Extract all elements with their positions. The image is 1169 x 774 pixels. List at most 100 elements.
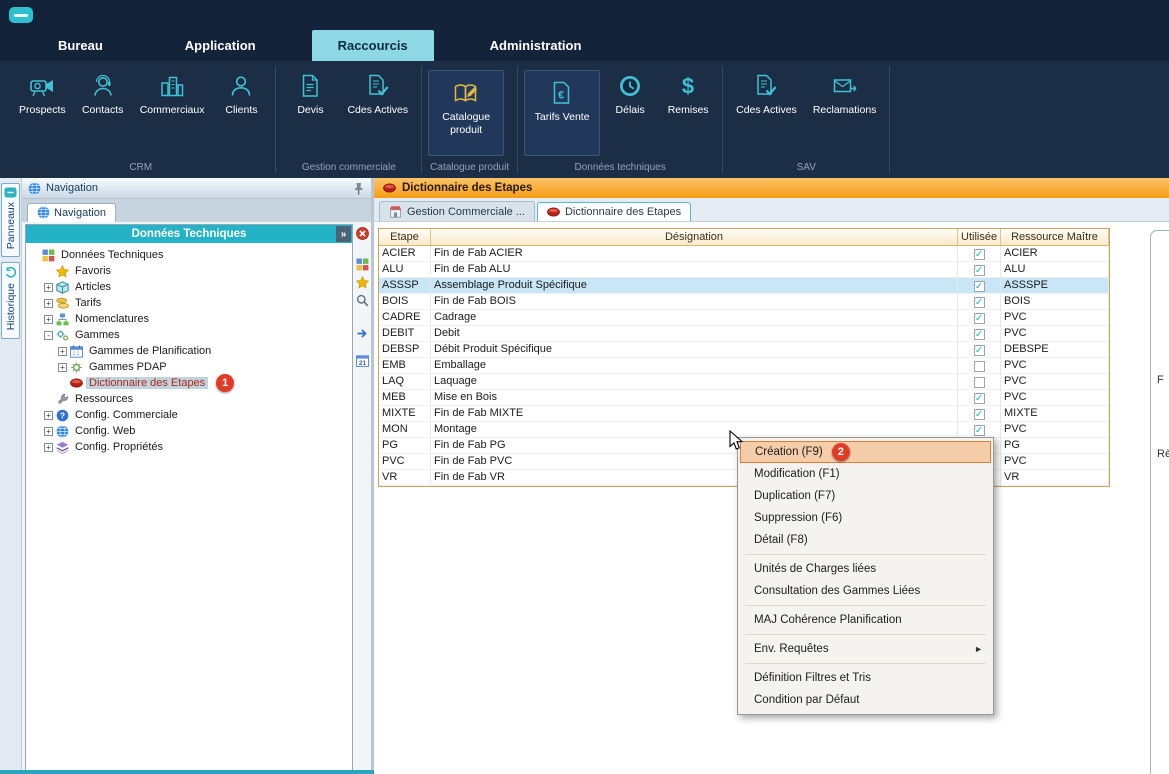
config-com-icon: ? bbox=[56, 409, 69, 422]
menu-tab-administration[interactable]: Administration bbox=[464, 30, 608, 61]
expander-icon[interactable]: + bbox=[58, 363, 67, 372]
menu-tab-application[interactable]: Application bbox=[159, 30, 282, 61]
tree-collapse-button[interactable]: » bbox=[336, 226, 351, 242]
table-row[interactable]: ACIERFin de Fab ACIER✓ACIER bbox=[379, 246, 1109, 262]
tree-item-favoris[interactable]: Favoris bbox=[26, 263, 352, 279]
tree-goto-button[interactable] bbox=[355, 326, 370, 341]
menu-item-d-tail-f8[interactable]: Détail (F8) bbox=[738, 529, 993, 551]
history-icon bbox=[4, 266, 17, 279]
expander-icon[interactable]: + bbox=[44, 427, 53, 436]
ribbon-button-cdes-actives[interactable]: Cdes Actives bbox=[729, 70, 804, 119]
tree-title: Données Techniques bbox=[132, 228, 247, 240]
utilisee-checkbox[interactable]: ✓ bbox=[974, 281, 985, 292]
tab-dictionnaire-des-etapes[interactable]: Dictionnaire des Etapes bbox=[537, 202, 691, 221]
menu-item-duplication-f7[interactable]: Duplication (F7) bbox=[738, 485, 993, 507]
etapes-icon bbox=[547, 207, 560, 217]
expander-icon[interactable]: + bbox=[44, 411, 53, 420]
tree-item-articles[interactable]: +Articles bbox=[26, 279, 352, 295]
ribbon-button-catalogue-produit[interactable]: Catalogue produit bbox=[428, 70, 504, 156]
column-header-etape[interactable]: Etape bbox=[379, 229, 431, 246]
table-row[interactable]: MEBMise en Bois✓PVC bbox=[379, 390, 1109, 406]
ribbon-button-remises[interactable]: $Remises bbox=[660, 70, 716, 119]
tree-item-donn-es-techniques[interactable]: Données Techniques bbox=[26, 247, 352, 263]
utilisee-checkbox[interactable]: ✓ bbox=[974, 393, 985, 404]
utilisee-checkbox[interactable]: ✓ bbox=[974, 425, 985, 436]
side-tab-panneaux[interactable]: Panneaux bbox=[1, 183, 20, 257]
menu-item-d-finition-filtres-et-tris[interactable]: Définition Filtres et Tris bbox=[738, 667, 993, 689]
tree-blocks-button[interactable] bbox=[355, 257, 370, 272]
utilisee-checkbox[interactable]: ✓ bbox=[974, 329, 985, 340]
utilisee-checkbox[interactable] bbox=[974, 377, 985, 388]
tree-item-gammes[interactable]: -Gammes bbox=[26, 327, 352, 343]
tab-navigation[interactable]: Navigation bbox=[27, 203, 116, 222]
expander-icon[interactable]: - bbox=[44, 331, 53, 340]
table-row[interactable]: DEBITDebit✓PVC bbox=[379, 326, 1109, 342]
table-row[interactable]: ALUFin de Fab ALU✓ALU bbox=[379, 262, 1109, 278]
tree-item-config-web[interactable]: +Config. Web bbox=[26, 423, 352, 439]
ribbon-button-commerciaux[interactable]: Commerciaux bbox=[133, 70, 212, 119]
ribbon-button-tarifs-vente[interactable]: €Tarifs Vente bbox=[524, 70, 600, 156]
menu-item-suppression-f6[interactable]: Suppression (F6) bbox=[738, 507, 993, 529]
table-row[interactable]: MIXTEFin de Fab MIXTE✓MIXTE bbox=[379, 406, 1109, 422]
table-row[interactable]: DEBSPDébit Produit Spécifique✓DEBSPE bbox=[379, 342, 1109, 358]
menu-item-consultation-des-gammes-li-es[interactable]: Consultation des Gammes Liées bbox=[738, 580, 993, 602]
tree-item-dictionnaire-des-etapes[interactable]: Dictionnaire des Etapes1 bbox=[26, 375, 352, 391]
table-row[interactable]: EMBEmballagePVC bbox=[379, 358, 1109, 374]
expander-icon[interactable]: + bbox=[44, 443, 53, 452]
table-row[interactable]: BOISFin de Fab BOIS✓BOIS bbox=[379, 294, 1109, 310]
menu-tab-raccourcis[interactable]: Raccourcis bbox=[312, 30, 434, 61]
tree-item-tarifs[interactable]: +Tarifs bbox=[26, 295, 352, 311]
utilisee-checkbox[interactable]: ✓ bbox=[974, 249, 985, 260]
globe-icon bbox=[37, 206, 50, 219]
tree-close-button[interactable] bbox=[355, 226, 370, 241]
side-tab-historique[interactable]: Historique bbox=[1, 262, 20, 338]
tree-item-nomenclatures[interactable]: +Nomenclatures bbox=[26, 311, 352, 327]
ribbon-button-d-lais[interactable]: Délais bbox=[602, 70, 658, 119]
pin-icon[interactable] bbox=[352, 182, 365, 195]
expander-icon[interactable]: + bbox=[44, 283, 53, 292]
menu-tab-bureau[interactable]: Bureau bbox=[32, 30, 129, 61]
menu-item-condition-par-d-faut[interactable]: Condition par Défaut bbox=[738, 689, 993, 711]
ribbon-button-prospects[interactable]: Prospects bbox=[12, 70, 73, 119]
column-header-designation[interactable]: Désignation bbox=[431, 229, 958, 246]
app-logo-icon[interactable] bbox=[9, 7, 33, 23]
menu-item-maj-coh-rence-planification[interactable]: MAJ Cohérence Planification bbox=[738, 609, 993, 631]
utilisee-checkbox[interactable] bbox=[974, 361, 985, 372]
tree-calendar-button[interactable]: 21 bbox=[355, 353, 370, 368]
menu-item-env-requ-tes[interactable]: Env. Requêtes► bbox=[738, 638, 993, 660]
column-header-ressource-maitre[interactable]: Ressource Maître bbox=[1001, 229, 1109, 246]
tree-item-config-commerciale[interactable]: +?Config. Commerciale bbox=[26, 407, 352, 423]
utilisee-checkbox[interactable]: ✓ bbox=[974, 265, 985, 276]
ribbon-button-devis[interactable]: Devis bbox=[282, 70, 338, 119]
ribbon-button-contacts[interactable]: Contacts bbox=[75, 70, 131, 119]
menu-item-cr-ation-f9[interactable]: Création (F9)2 bbox=[740, 441, 991, 463]
expander-icon[interactable]: + bbox=[44, 299, 53, 308]
tree-item-gammes-de-planification[interactable]: +Gammes de Planification bbox=[26, 343, 352, 359]
utilisee-checkbox[interactable]: ✓ bbox=[974, 409, 985, 420]
tree-search-button[interactable] bbox=[355, 293, 370, 308]
table-row[interactable]: LAQLaquagePVC bbox=[379, 374, 1109, 390]
menu-item-unit-s-de-charges-li-es[interactable]: Unités de Charges liées bbox=[738, 558, 993, 580]
tree-item-gammes-pdap[interactable]: +Gammes PDAP bbox=[26, 359, 352, 375]
ribbon-button-cdes-actives[interactable]: Cdes Actives bbox=[340, 70, 415, 119]
tree-favorite-button[interactable] bbox=[355, 275, 370, 290]
tree-item-config-propri-t-s[interactable]: +Config. Propriétés bbox=[26, 439, 352, 455]
column-header-utilisee[interactable]: Utilisée bbox=[958, 229, 1001, 246]
utilisee-checkbox[interactable]: ✓ bbox=[974, 297, 985, 308]
expander-icon[interactable]: + bbox=[58, 347, 67, 356]
menu-separator bbox=[745, 663, 986, 664]
menu-item-modification-f1[interactable]: Modification (F1) bbox=[738, 463, 993, 485]
tree-item-ressources[interactable]: Ressources bbox=[26, 391, 352, 407]
planif-icon bbox=[70, 345, 83, 358]
ribbon-button-clients[interactable]: Clients bbox=[213, 70, 269, 119]
ribbon-button-reclamations[interactable]: Reclamations bbox=[806, 70, 884, 119]
ribbon: ProspectsContactsCommerciauxClientsCRMDe… bbox=[0, 61, 1169, 178]
expander-icon[interactable]: + bbox=[44, 315, 53, 324]
commerciaux-icon bbox=[159, 73, 185, 99]
ribbon-group-crm: ProspectsContactsCommerciauxClientsCRM bbox=[8, 61, 273, 178]
table-row[interactable]: CADRECadrage✓PVC bbox=[379, 310, 1109, 326]
utilisee-checkbox[interactable]: ✓ bbox=[974, 313, 985, 324]
table-row[interactable]: ASSSPAssemblage Produit Spécifique✓ASSSP… bbox=[379, 278, 1109, 294]
tab-gestion-commerciale[interactable]: Gestion Commerciale ... bbox=[379, 201, 535, 221]
utilisee-checkbox[interactable]: ✓ bbox=[974, 345, 985, 356]
